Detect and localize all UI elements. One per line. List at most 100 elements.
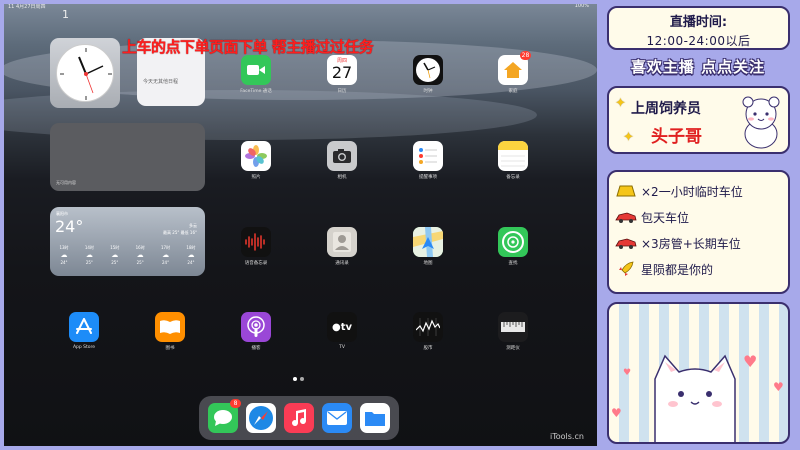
app-label: FaceTime 通话	[240, 89, 272, 94]
app-photos[interactable]: 照片	[234, 141, 278, 180]
perk-text: 包天车位	[641, 210, 690, 225]
follow-prompt: 喜欢主播 点点关注	[630, 58, 766, 76]
page-indicator[interactable]	[293, 377, 304, 381]
promo-banner-text: 上车的点下单页面下单 帮主播过过任务	[122, 38, 374, 56]
envelope-icon	[327, 411, 347, 425]
cloud-icon: ☁	[85, 251, 93, 259]
perks-card: ×2一小时临时车位 包天车位 ×3房管+长期车位 星陨都是你的	[607, 170, 790, 294]
book-icon	[155, 312, 185, 342]
rocket-icon	[615, 261, 637, 277]
feeder-name: 头子哥	[651, 127, 702, 147]
perk-item: 包天车位	[615, 206, 689, 228]
photos-widget[interactable]: 无可用内容	[50, 123, 205, 191]
ipad-home-screen: 11 4月27日周四 100% 1 今天无其他日程 上车的点下单页面下单 帮主播…	[0, 0, 597, 450]
cloud-icon: ☁	[136, 251, 144, 259]
app-label: 股市	[423, 346, 433, 351]
app-store-icon	[69, 312, 99, 342]
red-car-icon	[615, 235, 637, 251]
overlay-frame	[0, 0, 4, 450]
waveform-icon	[241, 227, 271, 257]
clock-widget[interactable]	[50, 38, 120, 108]
camera-icon	[327, 141, 357, 171]
app-contacts[interactable]: 通讯录	[320, 227, 364, 266]
app-voice-memos[interactable]: 语音备忘录	[234, 227, 278, 266]
compass-icon	[249, 406, 273, 430]
app-stocks[interactable]: 股市	[406, 312, 450, 351]
hour-temp: 24°	[60, 260, 68, 265]
map-icon	[413, 227, 443, 257]
app-home[interactable]: 28 家庭	[491, 51, 535, 94]
weather-range: 最高 25° 最低 16°	[163, 230, 197, 235]
app-label: 通讯录	[335, 261, 349, 266]
app-camera[interactable]: 相机	[320, 141, 364, 180]
mascot-cat-icon	[654, 354, 736, 442]
page-number: 1	[62, 8, 69, 21]
hour-temp: 25°	[136, 260, 144, 265]
app-reminders[interactable]: 提醒事项	[406, 141, 450, 180]
hour-temp: 25°	[85, 260, 93, 265]
app-label: 时钟	[423, 89, 433, 94]
app-find-my[interactable]: 查找	[491, 227, 535, 266]
app-facetime[interactable]: FaceTime 通话	[234, 55, 278, 94]
dock-safari[interactable]	[246, 403, 276, 433]
heart-icon: ♥	[623, 368, 632, 378]
perk-text: ×3房管+长期车位	[641, 236, 741, 251]
app-tv[interactable]: ●tv TV	[320, 312, 364, 350]
app-maps[interactable]: 地图	[406, 227, 450, 266]
stocks-chart-icon	[413, 312, 443, 342]
app-measure[interactable]: 测距仪	[491, 312, 535, 351]
app-podcasts[interactable]: 播客	[234, 312, 278, 351]
heart-icon: ♥	[743, 352, 758, 371]
cloud-icon: ☁	[162, 251, 170, 259]
dock-mail[interactable]	[322, 403, 352, 433]
list-icon	[413, 141, 443, 171]
contact-icon	[327, 227, 357, 257]
status-time: 11 4月27日周四	[8, 4, 46, 10]
cloud-icon: ☁	[187, 251, 195, 259]
app-clock[interactable]: 时钟	[406, 55, 450, 94]
app-label: 提醒事项	[419, 175, 437, 180]
stream-time-title: 直播时间:	[669, 15, 728, 30]
app-label: 相机	[337, 175, 347, 180]
dock-music[interactable]	[284, 403, 314, 433]
app-label: 家庭	[508, 89, 518, 94]
overlay-frame	[0, 446, 800, 450]
app-label: TV	[339, 345, 345, 350]
hour-temp: 25°	[111, 260, 119, 265]
podcast-icon	[241, 312, 271, 342]
clock-face-icon	[56, 44, 114, 102]
cloud-icon: ☁	[111, 251, 119, 259]
photos-flower-icon	[241, 141, 271, 171]
app-label: 备忘录	[506, 175, 520, 180]
perk-text: 星陨都是你的	[641, 262, 714, 277]
hour-temp: 24°	[187, 260, 195, 265]
mascot-cat-card: ♥ ♥ ♥ ♥	[607, 302, 790, 444]
weather-hour: 17时 ☁ 24°	[156, 245, 176, 273]
heart-icon: ♥	[773, 380, 784, 394]
weather-hour: 15时 ☁ 25°	[105, 245, 125, 273]
app-notes[interactable]: 备忘录	[491, 141, 535, 180]
calendar-date: 27	[331, 63, 353, 82]
app-app-store[interactable]: App Store	[62, 312, 106, 350]
weather-temperature: 24°	[55, 217, 84, 236]
mascot-bear-icon	[742, 96, 780, 149]
app-books[interactable]: 图书	[148, 312, 192, 351]
apple-tv-icon: ●tv	[327, 312, 357, 342]
calendar-icon: 周四 27	[327, 55, 357, 85]
weather-hourly: 13时 ☁ 24° 14时 ☁ 25° 15时 ☁ 25° 16时 ☁ 25° 17时 ☁ 24° …	[54, 245, 201, 273]
dock-messages[interactable]: 8	[208, 399, 241, 433]
app-label: App Store	[72, 345, 96, 350]
clock-icon	[413, 55, 443, 85]
status-bar: 11 4月27日周四 100%	[8, 3, 589, 13]
app-calendar[interactable]: 周四 27 日历	[320, 55, 364, 94]
overlay-frame	[0, 0, 800, 4]
dock-files[interactable]	[360, 403, 390, 433]
weather-widget[interactable]: 襄阳市 24° 多云 最高 25° 最低 16° 13时 ☁ 24° 14时 ☁ 25°…	[50, 207, 205, 276]
app-label: 地图	[423, 261, 433, 266]
page-dot-active	[293, 377, 297, 381]
radar-icon	[498, 227, 528, 257]
photos-widget-text: 无可用内容	[56, 180, 76, 185]
sparkle-star-icon: ✦	[623, 130, 634, 145]
stream-time-card: 直播时间: 12:00-24:00以后	[607, 6, 790, 50]
cloud-icon: ☁	[60, 251, 68, 259]
